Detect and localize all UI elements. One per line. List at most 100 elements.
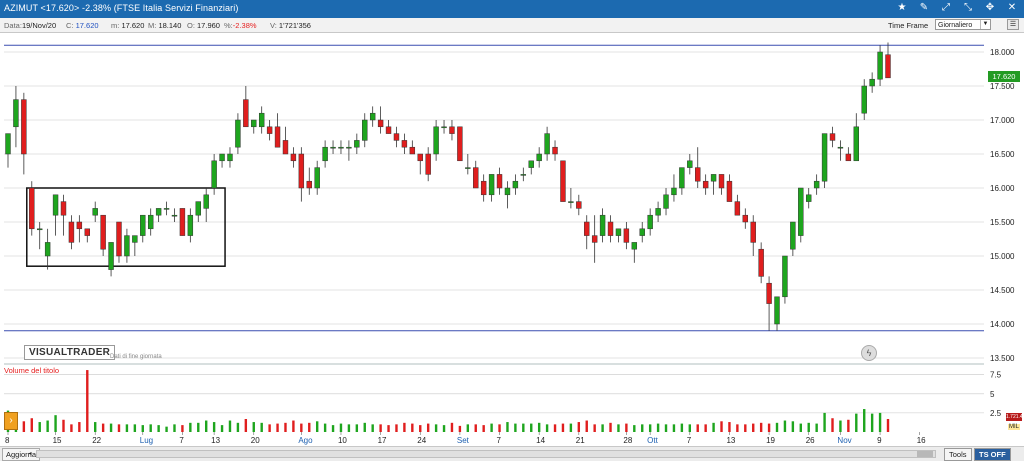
volume-bar xyxy=(355,424,359,432)
candle-body xyxy=(718,174,725,189)
candle-body xyxy=(877,51,883,80)
candle-body xyxy=(219,153,225,162)
candle-body xyxy=(869,78,875,87)
volume-bar xyxy=(553,424,557,432)
close-icon[interactable]: ✕ xyxy=(1006,2,1018,13)
move-icon[interactable]: ✥ xyxy=(984,2,996,13)
star-icon[interactable]: ★ xyxy=(896,2,908,13)
expand-icon[interactable]: ⤢ xyxy=(940,2,952,13)
candle-body xyxy=(29,187,35,230)
date-tick-label: 20 xyxy=(251,436,260,445)
quote-date: Data:19/Nov/20 xyxy=(4,21,57,30)
candle-body xyxy=(679,167,685,189)
volume-tick-label: 2.5 xyxy=(990,409,1002,418)
scrollbar-thumb[interactable] xyxy=(917,451,933,457)
volume-bar xyxy=(736,424,739,432)
volume-bar xyxy=(70,424,73,432)
volume-bar xyxy=(633,425,636,432)
volume-bar xyxy=(514,423,517,432)
collapse-icon[interactable]: ⤡ xyxy=(962,2,974,13)
settings-icon[interactable]: ✎ xyxy=(918,2,930,13)
volume-bar xyxy=(141,425,144,432)
price-tick-label: 18.000 xyxy=(990,48,1015,57)
volume-bar xyxy=(450,422,454,432)
price-tick-label: 14.000 xyxy=(990,320,1015,329)
visualtrader-logo: VISUALTRADER xyxy=(24,345,116,360)
candle-body xyxy=(576,201,582,209)
candle-body xyxy=(671,187,677,196)
volume-bar xyxy=(490,423,493,432)
quote-open: O: 17.960 xyxy=(187,21,220,30)
volume-bar xyxy=(823,412,826,432)
candle-body xyxy=(52,194,59,216)
volume-bar xyxy=(125,424,129,432)
volume-bar xyxy=(839,420,842,432)
volume-bar xyxy=(656,423,660,432)
volume-bar xyxy=(458,425,462,432)
candle-body xyxy=(782,255,788,298)
candle-body xyxy=(790,221,796,250)
volume-bar xyxy=(86,370,89,432)
date-tick-label: Set xyxy=(457,436,470,445)
volume-bar xyxy=(791,421,795,432)
candle-body xyxy=(369,112,376,121)
volume-bar xyxy=(181,425,184,432)
candle-body xyxy=(84,228,90,236)
price-tick-label: 16.500 xyxy=(990,150,1015,159)
candle-body xyxy=(266,126,273,134)
volume-bar xyxy=(300,423,303,432)
volume-bar xyxy=(744,424,747,432)
price-chart[interactable]: 18.000 17.500 17.000 16.500 16.000 15.500 15.0… xyxy=(0,32,1024,446)
candle-body xyxy=(813,180,820,189)
volume-bar xyxy=(545,424,549,432)
date-tick-label: 8 xyxy=(5,436,10,445)
candle-body xyxy=(322,146,328,162)
candle-body xyxy=(639,228,645,236)
volume-bar xyxy=(426,423,430,432)
date-tick-label: 22 xyxy=(92,436,101,445)
volume-bar xyxy=(212,422,216,432)
tools-button[interactable]: Tools xyxy=(944,448,972,461)
date-tick-label: 7 xyxy=(179,436,184,445)
candle-body xyxy=(829,133,836,141)
window-controls: ★ ✎ ⤢ ⤡ ✥ ✕ xyxy=(896,2,1018,13)
candle-body xyxy=(806,194,812,202)
candle-body xyxy=(758,248,764,277)
volume-bar xyxy=(54,415,57,432)
ts-off-button[interactable]: TS OFF xyxy=(974,448,1011,461)
candle-body xyxy=(496,174,503,189)
expand-panel-button[interactable]: › xyxy=(4,412,18,430)
scroll-left-icon[interactable]: ◂ xyxy=(26,450,34,458)
date-tick-label: 13 xyxy=(211,436,220,445)
volume-bar xyxy=(220,425,224,432)
candle-body xyxy=(536,153,542,162)
volume-bar xyxy=(101,423,105,432)
aggiorna-button[interactable]: Aggiorna xyxy=(2,448,41,461)
chart-grid xyxy=(4,51,984,365)
lightning-icon[interactable]: ϟ xyxy=(861,345,877,361)
chevron-down-icon: ▼ xyxy=(980,20,990,29)
candle-body xyxy=(457,126,463,162)
candle-body xyxy=(346,146,352,149)
volume-bar xyxy=(165,426,168,432)
candle-body xyxy=(290,153,297,162)
candle-body xyxy=(837,146,844,149)
date-tick-label: Lug xyxy=(140,436,153,445)
candle-body xyxy=(774,296,780,325)
volume-bar xyxy=(641,424,644,432)
candle-body xyxy=(60,201,67,216)
volume-bar xyxy=(728,422,731,432)
volume-bar xyxy=(38,422,41,432)
candle-body xyxy=(187,214,194,236)
window-title: AZIMUT <17.620> -2.38% (FTSE Italia Serv… xyxy=(4,3,239,13)
candle-body xyxy=(314,167,320,189)
menu-icon[interactable]: ☰ xyxy=(1007,19,1019,30)
timeframe-select[interactable]: Giornaliero ▼ xyxy=(935,19,991,30)
chart-scrollbar[interactable] xyxy=(36,450,936,458)
price-tick-label: 14.500 xyxy=(990,286,1015,295)
candle-body xyxy=(306,180,312,189)
candle-body xyxy=(425,153,431,175)
volume-bar xyxy=(442,425,446,432)
candle-body xyxy=(655,208,661,216)
volume-bars xyxy=(6,370,890,432)
